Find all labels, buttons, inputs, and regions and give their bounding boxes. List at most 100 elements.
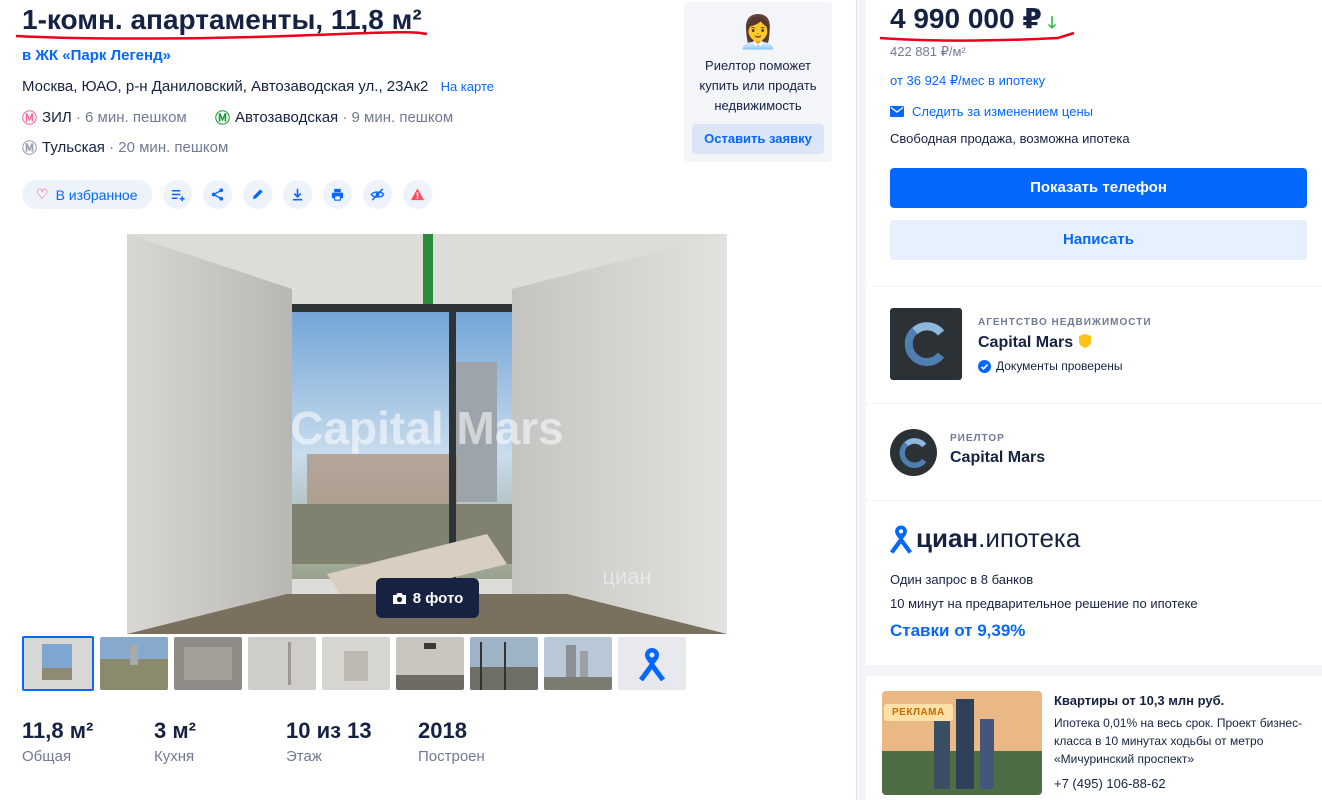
action-toolbar: ♡ В избранное bbox=[22, 180, 432, 209]
report-icon[interactable] bbox=[402, 180, 432, 209]
thumbnail[interactable] bbox=[100, 637, 168, 690]
camera-icon bbox=[392, 592, 406, 604]
listing-stats: 11,8 м² Общая 3 м² Кухня 10 из 13 Этаж 2… bbox=[22, 718, 550, 765]
verified-label: Документы проверены bbox=[996, 359, 1123, 373]
stat-value: 3 м² bbox=[154, 718, 196, 743]
heart-icon: ♡ bbox=[36, 186, 49, 202]
metro-station-name: Тульская bbox=[42, 139, 105, 156]
leave-request-button[interactable]: Оставить заявку bbox=[692, 124, 824, 154]
stat-label: Построен bbox=[418, 748, 485, 765]
map-link[interactable]: На карте bbox=[441, 79, 494, 94]
photo-count-label: 8 фото bbox=[412, 589, 464, 607]
realtor-avatar bbox=[890, 429, 937, 476]
stat-label: Общая bbox=[22, 748, 72, 765]
documents-verified: Документы проверены bbox=[978, 359, 1123, 373]
photo-watermark: Capital Mars bbox=[290, 402, 564, 454]
price-per-m2: 422 881 ₽/м² bbox=[890, 44, 966, 59]
stat-value: 10 из 13 bbox=[286, 718, 372, 743]
favorite-button[interactable]: ♡ В избранное bbox=[22, 180, 152, 209]
metro-walk-time: · 6 мин. пешком bbox=[75, 109, 187, 126]
metro-walk-time: · 9 мин. пешком bbox=[342, 109, 454, 126]
map-thumbnail[interactable] bbox=[618, 637, 686, 690]
thumbnail[interactable] bbox=[22, 636, 94, 691]
title-underline-annotation bbox=[15, 31, 428, 40]
stat-label: Этаж bbox=[286, 748, 322, 765]
realtor-card[interactable]: РИЕЛТОР Capital Mars bbox=[866, 404, 1322, 500]
follow-price-label: Следить за изменением цены bbox=[912, 104, 1093, 119]
metro-station-zil: Ⓜ ЗИЛ · 6 мин. пешком bbox=[22, 107, 187, 128]
stat-built: 2018 Построен bbox=[418, 718, 550, 765]
thumbnail[interactable] bbox=[248, 637, 316, 690]
photo-count-button[interactable]: 8 фото bbox=[376, 578, 479, 618]
address-text: Москва, ЮАО, р-н Даниловский, Автозаводс… bbox=[22, 78, 429, 95]
stat-value: 2018 bbox=[418, 718, 467, 743]
metro-station-name: Автозаводская bbox=[235, 109, 339, 126]
agency-name-row: Capital Mars bbox=[978, 333, 1092, 352]
thumbnail[interactable] bbox=[470, 637, 538, 690]
metro-icon: Ⓜ bbox=[22, 110, 38, 127]
realtor-help-box: 👩‍💼 Риелтор поможет купить или продать н… bbox=[684, 2, 832, 162]
download-icon[interactable] bbox=[282, 180, 312, 209]
complex-link[interactable]: в ЖК «Парк Легенд» bbox=[22, 47, 171, 64]
thumbnail[interactable] bbox=[544, 637, 612, 690]
ad-text: Ипотека 0,01% на весь срок. Проект бизне… bbox=[1054, 716, 1303, 766]
price-underline-annotation bbox=[879, 31, 1075, 42]
agency-card[interactable]: АГЕНТСТВО НЕДВИЖИМОСТИ Capital Mars Доку… bbox=[866, 287, 1322, 403]
print-icon[interactable] bbox=[322, 180, 352, 209]
thumbnail[interactable] bbox=[322, 637, 390, 690]
realtor-kicker: РИЕЛТОР bbox=[950, 433, 1005, 444]
edit-icon[interactable] bbox=[242, 180, 272, 209]
advertisement-card[interactable]: РЕКЛАМА Квартиры от 10,3 млн руб. Ипотек… bbox=[866, 676, 1322, 800]
map-pin-icon bbox=[639, 647, 665, 681]
compare-icon[interactable] bbox=[162, 180, 192, 209]
stat-label: Кухня bbox=[154, 748, 195, 765]
cian-mortgage-logo: циан .ипотека bbox=[890, 523, 1080, 554]
agency-logo bbox=[890, 308, 962, 380]
verified-check-icon bbox=[978, 359, 991, 373]
sale-conditions: Свободная продажа, возможна ипотека bbox=[890, 131, 1130, 146]
cian-logo-icon bbox=[890, 524, 912, 554]
show-phone-button[interactable]: Показать телефон bbox=[890, 168, 1307, 208]
shield-badge-icon bbox=[1078, 334, 1091, 348]
agency-name: Capital Mars bbox=[978, 334, 1074, 351]
follow-price-link[interactable]: Следить за изменением цены bbox=[890, 104, 1093, 119]
mail-icon bbox=[890, 106, 904, 117]
cian-mortgage-card: циан .ипотека Один запрос в 8 банков 10 м… bbox=[866, 501, 1322, 665]
metro-station-name: ЗИЛ bbox=[42, 109, 72, 126]
cian-watermark: циан bbox=[602, 564, 651, 589]
stat-kitchen: 3 м² Кухня bbox=[154, 718, 286, 765]
ad-badge: РЕКЛАМА bbox=[884, 704, 953, 721]
address: Москва, ЮАО, р-н Даниловский, Автозаводс… bbox=[22, 78, 494, 95]
stat-total-area: 11,8 м² Общая bbox=[22, 718, 154, 765]
agency-kicker: АГЕНТСТВО НЕДВИЖИМОСТИ bbox=[978, 317, 1152, 328]
column-divider bbox=[856, 0, 857, 800]
room-photo-image: Capital Mars циан bbox=[127, 234, 727, 634]
metro-walk-time: · 20 мин. пешком bbox=[109, 139, 229, 156]
stat-value: 11,8 м² bbox=[22, 718, 94, 743]
realtor-name: Capital Mars bbox=[950, 449, 1046, 466]
cian-brand: циан bbox=[916, 523, 979, 553]
thumbnail[interactable] bbox=[396, 637, 464, 690]
favorite-label: В избранное bbox=[55, 186, 138, 203]
capital-mars-logo-icon bbox=[904, 322, 945, 366]
hide-icon[interactable] bbox=[362, 180, 392, 209]
main-photo[interactable]: Capital Mars циан bbox=[127, 234, 727, 634]
realtor-avatar-icon: 👩‍💼 bbox=[738, 14, 778, 50]
realtor-help-text: Риелтор поможет купить или продать недви… bbox=[699, 58, 817, 113]
thumbnail[interactable] bbox=[174, 637, 242, 690]
cian-mortgage-line: 10 минут на предварительное решение по и… bbox=[890, 596, 1198, 611]
mortgage-rates-link[interactable]: Ставки от 9,39% bbox=[890, 621, 1025, 641]
cian-product: .ипотека bbox=[978, 523, 1081, 553]
stat-floor: 10 из 13 Этаж bbox=[286, 718, 418, 765]
mortgage-link[interactable]: от 36 924 ₽/мес в ипотеку bbox=[890, 73, 1045, 89]
ad-title: Квартиры от 10,3 млн руб. bbox=[1054, 693, 1225, 708]
metro-icon: Ⓜ bbox=[215, 110, 231, 127]
ad-phone[interactable]: +7 (495) 106-88-62 bbox=[1054, 776, 1166, 791]
cian-mortgage-line: Один запрос в 8 банков bbox=[890, 572, 1034, 587]
metro-station-tulskaya: Ⓜ Тульская · 20 мин. пешком bbox=[22, 137, 228, 158]
share-icon[interactable] bbox=[202, 180, 232, 209]
thumbnail-strip bbox=[22, 636, 686, 691]
metro-icon: Ⓜ bbox=[22, 140, 38, 157]
write-message-button[interactable]: Написать bbox=[890, 220, 1307, 260]
capital-mars-logo-icon bbox=[899, 437, 926, 468]
